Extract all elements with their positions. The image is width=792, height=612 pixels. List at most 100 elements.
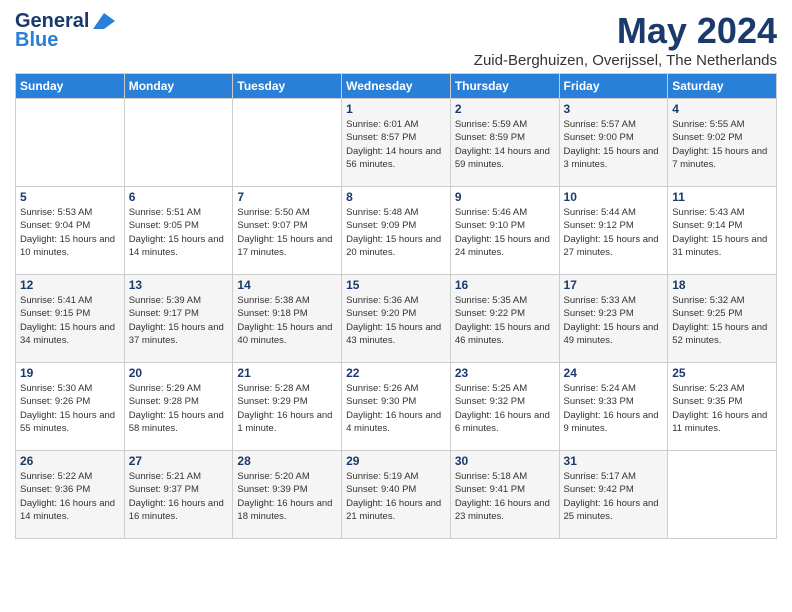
day-cell: 27Sunrise: 5:21 AMSunset: 9:37 PMDayligh… [124, 451, 233, 539]
day-number: 16 [455, 278, 555, 292]
day-number: 17 [564, 278, 664, 292]
day-number: 22 [346, 366, 446, 380]
day-number: 1 [346, 102, 446, 116]
day-info: Sunrise: 5:48 AMSunset: 9:09 PMDaylight:… [346, 206, 446, 259]
day-info: Sunrise: 5:30 AMSunset: 9:26 PMDaylight:… [20, 382, 120, 435]
day-number: 12 [20, 278, 120, 292]
day-number: 23 [455, 366, 555, 380]
day-cell: 19 Sunrise: 5:30 AMSunset: 9:26 PMDayligh… [16, 363, 125, 451]
day-cell: 1 Sunrise: 6:01 AMSunset: 8:57 PMDaylight… [342, 99, 451, 187]
col-header-wednesday: Wednesday [342, 74, 451, 99]
day-number: 9 [455, 190, 555, 204]
day-info: Sunrise: 5:55 AMSunset: 9:02 PMDaylight:… [672, 118, 772, 171]
day-cell: 12 Sunrise: 5:41 AMSunset: 9:15 PMDayligh… [16, 275, 125, 363]
month-title: May 2024 [474, 10, 777, 52]
day-info: Sunrise: 5:35 AMSunset: 9:22 PMDaylight:… [455, 294, 555, 347]
day-cell: 26 Sunrise: 5:22 AMSunset: 9:36 PMDayligh… [16, 451, 125, 539]
day-number: 4 [672, 102, 772, 116]
day-info: Sunrise: 6:01 AMSunset: 8:57 PMDaylight:… [346, 118, 446, 171]
day-cell [16, 99, 125, 187]
day-info: Sunrise: 5:17 AMSunset: 9:42 PMDaylight:… [564, 470, 664, 523]
day-cell: 24Sunrise: 5:24 AMSunset: 9:33 PMDayligh… [559, 363, 668, 451]
day-cell: 11 Sunrise: 5:43 AMSunset: 9:14 PMDayligh… [668, 187, 777, 275]
day-number: 10 [564, 190, 664, 204]
day-cell: 31Sunrise: 5:17 AMSunset: 9:42 PMDayligh… [559, 451, 668, 539]
day-number: 6 [129, 190, 229, 204]
day-cell: 15 Sunrise: 5:36 AMSunset: 9:20 PMDayligh… [342, 275, 451, 363]
week-row-4: 19 Sunrise: 5:30 AMSunset: 9:26 PMDayligh… [16, 363, 777, 451]
day-cell: 17 Sunrise: 5:33 AMSunset: 9:23 PMDayligh… [559, 275, 668, 363]
week-row-3: 12 Sunrise: 5:41 AMSunset: 9:15 PMDayligh… [16, 275, 777, 363]
day-info: Sunrise: 5:36 AMSunset: 9:20 PMDaylight:… [346, 294, 446, 347]
day-cell: 25 Sunrise: 5:23 AMSunset: 9:35 PMDayligh… [668, 363, 777, 451]
day-info: Sunrise: 5:39 AMSunset: 9:17 PMDaylight:… [129, 294, 229, 347]
day-number: 27 [129, 454, 229, 468]
day-info: Sunrise: 5:19 AMSunset: 9:40 PMDaylight:… [346, 470, 446, 523]
day-info: Sunrise: 5:22 AMSunset: 9:36 PMDaylight:… [20, 470, 120, 523]
day-info: Sunrise: 5:46 AMSunset: 9:10 PMDaylight:… [455, 206, 555, 259]
day-cell [668, 451, 777, 539]
day-cell: 9 Sunrise: 5:46 AMSunset: 9:10 PMDaylight… [450, 187, 559, 275]
logo-icon [93, 13, 115, 29]
day-number: 18 [672, 278, 772, 292]
day-info: Sunrise: 5:23 AMSunset: 9:35 PMDaylight:… [672, 382, 772, 435]
day-cell: 16 Sunrise: 5:35 AMSunset: 9:22 PMDayligh… [450, 275, 559, 363]
logo: General Blue [15, 10, 115, 52]
day-cell: 18 Sunrise: 5:32 AMSunset: 9:25 PMDayligh… [668, 275, 777, 363]
col-header-sunday: Sunday [16, 74, 125, 99]
day-info: Sunrise: 5:43 AMSunset: 9:14 PMDaylight:… [672, 206, 772, 259]
week-row-1: 1 Sunrise: 6:01 AMSunset: 8:57 PMDaylight… [16, 99, 777, 187]
day-number: 20 [129, 366, 229, 380]
day-cell: 10Sunrise: 5:44 AMSunset: 9:12 PMDayligh… [559, 187, 668, 275]
day-number: 15 [346, 278, 446, 292]
day-cell: 8 Sunrise: 5:48 AMSunset: 9:09 PMDaylight… [342, 187, 451, 275]
day-cell: 6 Sunrise: 5:51 AMSunset: 9:05 PMDaylight… [124, 187, 233, 275]
day-number: 8 [346, 190, 446, 204]
location-title: Zuid-Berghuizen, Overijssel, The Netherl… [474, 52, 777, 69]
day-number: 3 [564, 102, 664, 116]
col-header-monday: Monday [124, 74, 233, 99]
day-number: 26 [20, 454, 120, 468]
logo-blue: Blue [15, 29, 58, 52]
day-cell: 29 Sunrise: 5:19 AMSunset: 9:40 PMDayligh… [342, 451, 451, 539]
day-cell: 28 Sunrise: 5:20 AMSunset: 9:39 PMDayligh… [233, 451, 342, 539]
day-info: Sunrise: 5:32 AMSunset: 9:25 PMDaylight:… [672, 294, 772, 347]
col-header-saturday: Saturday [668, 74, 777, 99]
day-number: 11 [672, 190, 772, 204]
day-number: 21 [237, 366, 337, 380]
day-cell: 2Sunrise: 5:59 AMSunset: 8:59 PMDaylight… [450, 99, 559, 187]
day-cell: 20 Sunrise: 5:29 AMSunset: 9:28 PMDayligh… [124, 363, 233, 451]
day-info: Sunrise: 5:33 AMSunset: 9:23 PMDaylight:… [564, 294, 664, 347]
day-cell: 7Sunrise: 5:50 AMSunset: 9:07 PMDaylight… [233, 187, 342, 275]
day-number: 13 [129, 278, 229, 292]
day-cell: 30Sunrise: 5:18 AMSunset: 9:41 PMDayligh… [450, 451, 559, 539]
title-area: May 2024 Zuid-Berghuizen, Overijssel, Th… [474, 10, 777, 69]
day-cell [233, 99, 342, 187]
day-number: 19 [20, 366, 120, 380]
day-number: 25 [672, 366, 772, 380]
day-info: Sunrise: 5:51 AMSunset: 9:05 PMDaylight:… [129, 206, 229, 259]
day-number: 14 [237, 278, 337, 292]
day-info: Sunrise: 5:50 AMSunset: 9:07 PMDaylight:… [237, 206, 337, 259]
day-number: 29 [346, 454, 446, 468]
day-info: Sunrise: 5:20 AMSunset: 9:39 PMDaylight:… [237, 470, 337, 523]
col-header-tuesday: Tuesday [233, 74, 342, 99]
day-cell: 5Sunrise: 5:53 AMSunset: 9:04 PMDaylight… [16, 187, 125, 275]
day-info: Sunrise: 5:57 AMSunset: 9:00 PMDaylight:… [564, 118, 664, 171]
day-info: Sunrise: 5:28 AMSunset: 9:29 PMDaylight:… [237, 382, 337, 435]
day-cell: 3 Sunrise: 5:57 AMSunset: 9:00 PMDaylight… [559, 99, 668, 187]
day-cell: 21 Sunrise: 5:28 AMSunset: 9:29 PMDayligh… [233, 363, 342, 451]
col-header-thursday: Thursday [450, 74, 559, 99]
day-number: 24 [564, 366, 664, 380]
day-info: Sunrise: 5:25 AMSunset: 9:32 PMDaylight:… [455, 382, 555, 435]
day-cell: 13 Sunrise: 5:39 AMSunset: 9:17 PMDayligh… [124, 275, 233, 363]
day-info: Sunrise: 5:38 AMSunset: 9:18 PMDaylight:… [237, 294, 337, 347]
day-info: Sunrise: 5:41 AMSunset: 9:15 PMDaylight:… [20, 294, 120, 347]
day-cell [124, 99, 233, 187]
day-info: Sunrise: 5:29 AMSunset: 9:28 PMDaylight:… [129, 382, 229, 435]
day-cell: 22Sunrise: 5:26 AMSunset: 9:30 PMDayligh… [342, 363, 451, 451]
day-number: 5 [20, 190, 120, 204]
day-number: 30 [455, 454, 555, 468]
col-header-friday: Friday [559, 74, 668, 99]
day-number: 28 [237, 454, 337, 468]
